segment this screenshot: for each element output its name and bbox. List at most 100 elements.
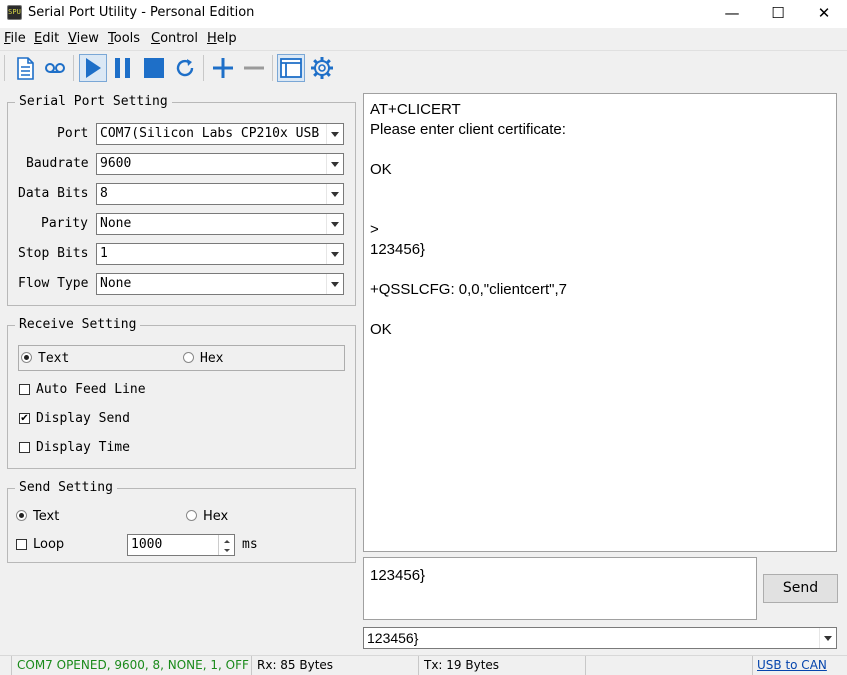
port-select[interactable]: COM7(Silicon Labs CP210x USB (96, 123, 344, 145)
receive-line (370, 300, 836, 320)
data-bits-label: Data Bits (18, 186, 89, 201)
send-setting-legend: Send Setting (15, 480, 117, 495)
receive-line (370, 140, 836, 160)
new-document-icon[interactable] (11, 54, 39, 82)
status-separator (11, 656, 12, 675)
receive-line: OK (370, 321, 392, 338)
chevron-down-icon (819, 628, 836, 648)
menu-file[interactable]: File (4, 31, 26, 46)
send-hex-label: Hex (203, 509, 229, 524)
port-label: Port (57, 126, 89, 141)
receive-line (370, 200, 836, 220)
menu-help-accel: H (207, 31, 217, 46)
loop-checkbox[interactable] (16, 539, 27, 550)
menu-view-accel: V (68, 31, 77, 46)
send-hex-radio[interactable] (186, 510, 197, 521)
receive-line: 123456} (370, 241, 426, 258)
status-separator (752, 656, 753, 675)
menu-view-label: iew (76, 31, 99, 46)
window-icon[interactable] (277, 54, 305, 82)
chevron-down-icon (326, 154, 343, 174)
gear-icon[interactable] (308, 54, 336, 82)
receive-setting-legend: Receive Setting (15, 317, 141, 332)
auto-feed-line-label: Auto Feed Line (36, 382, 146, 397)
send-text: 123456} (370, 567, 426, 584)
refresh-icon[interactable] (171, 54, 199, 82)
send-text-radio[interactable] (16, 510, 27, 521)
status-separator (418, 656, 419, 675)
menu-control-label: ontrol (160, 31, 198, 46)
stepper-down-icon[interactable] (218, 545, 234, 555)
data-bits-select[interactable]: 8 (96, 183, 344, 205)
menu-edit[interactable]: Edit (34, 31, 59, 46)
receive-text-radio[interactable] (21, 352, 32, 363)
display-send-label: Display Send (36, 411, 130, 426)
status-separator (585, 656, 586, 675)
app-icon: SPU (7, 5, 22, 20)
play-icon[interactable] (79, 54, 107, 82)
baudrate-value: 9600 (100, 156, 132, 171)
chevron-down-icon (326, 244, 343, 264)
usb-to-can-link[interactable]: USB to CAN (757, 658, 827, 672)
stop-icon[interactable] (140, 54, 168, 82)
menu-help[interactable]: Help (207, 31, 237, 46)
remove-icon[interactable] (240, 54, 268, 82)
flow-type-label: Flow Type (18, 276, 89, 291)
window-title: Serial Port Utility - Personal Edition (28, 5, 255, 20)
toolbar-grip (4, 55, 5, 81)
send-text-area[interactable]: 123456} (363, 557, 757, 620)
flow-type-value: None (100, 276, 132, 291)
pause-icon[interactable] (109, 54, 137, 82)
serial-port-setting-legend: Serial Port Setting (15, 94, 172, 109)
send-text-label: Text (33, 509, 60, 524)
stop-bits-select[interactable]: 1 (96, 243, 344, 265)
record-icon[interactable] (41, 54, 69, 82)
maximize-button[interactable]: ☐ (755, 0, 801, 28)
parity-label: Parity (41, 216, 88, 231)
chevron-down-icon (326, 274, 343, 294)
menu-help-label: elp (216, 31, 237, 46)
receive-text-label: Text (38, 351, 70, 366)
baudrate-label: Baudrate (26, 156, 89, 171)
add-icon[interactable] (209, 54, 237, 82)
menu-view[interactable]: View (68, 31, 99, 46)
receive-text-area[interactable]: AT+CLICERT Please enter client certifica… (363, 93, 837, 552)
menu-bar: File Edit View Tools Control Help (0, 28, 847, 50)
loop-interval-unit: ms (242, 537, 258, 552)
loop-interval-stepper[interactable]: 1000 (127, 534, 235, 556)
rx-count: Rx: 85 Bytes (257, 658, 334, 672)
receive-line: +QSSLCFG: 0,0,"clientcert",7 (370, 281, 567, 298)
stepper-up-icon[interactable] (218, 535, 234, 545)
send-history-value: 123456} (367, 630, 419, 646)
display-time-label: Display Time (36, 440, 130, 455)
display-time-checkbox[interactable] (19, 442, 30, 453)
connection-status: COM7 OPENED, 9600, 8, NONE, 1, OFF (17, 658, 249, 672)
send-button[interactable]: Send (763, 574, 838, 603)
receive-line: AT+CLICERT (370, 101, 461, 118)
tx-count: Tx: 19 Bytes (424, 658, 500, 672)
status-separator (251, 656, 252, 675)
receive-line (370, 260, 836, 280)
loop-interval-value: 1000 (131, 537, 163, 552)
display-send-checkbox[interactable]: ✔ (19, 413, 30, 424)
port-value: COM7(Silicon Labs CP210x USB (100, 126, 320, 141)
loop-label: Loop (33, 537, 65, 552)
menu-edit-label: dit (42, 31, 60, 46)
receive-hex-radio[interactable] (183, 352, 194, 363)
menu-tools-label: ools (113, 31, 141, 46)
close-button[interactable]: ✕ (801, 0, 847, 28)
menu-control[interactable]: Control (151, 31, 198, 46)
baudrate-select[interactable]: 9600 (96, 153, 344, 175)
menu-edit-accel: E (34, 31, 43, 46)
auto-feed-line-checkbox[interactable] (19, 384, 30, 395)
stop-bits-label: Stop Bits (18, 246, 89, 261)
menu-tools[interactable]: Tools (108, 31, 140, 46)
toolbar-separator (203, 55, 204, 81)
minimize-button[interactable]: — (709, 0, 755, 28)
title-bar[interactable]: SPU Serial Port Utility - Personal Editi… (0, 0, 847, 28)
stop-bits-value: 1 (100, 246, 108, 261)
parity-select[interactable]: None (96, 213, 344, 235)
send-history-select[interactable]: 123456} (363, 627, 837, 649)
flow-type-select[interactable]: None (96, 273, 344, 295)
receive-line (370, 180, 836, 200)
